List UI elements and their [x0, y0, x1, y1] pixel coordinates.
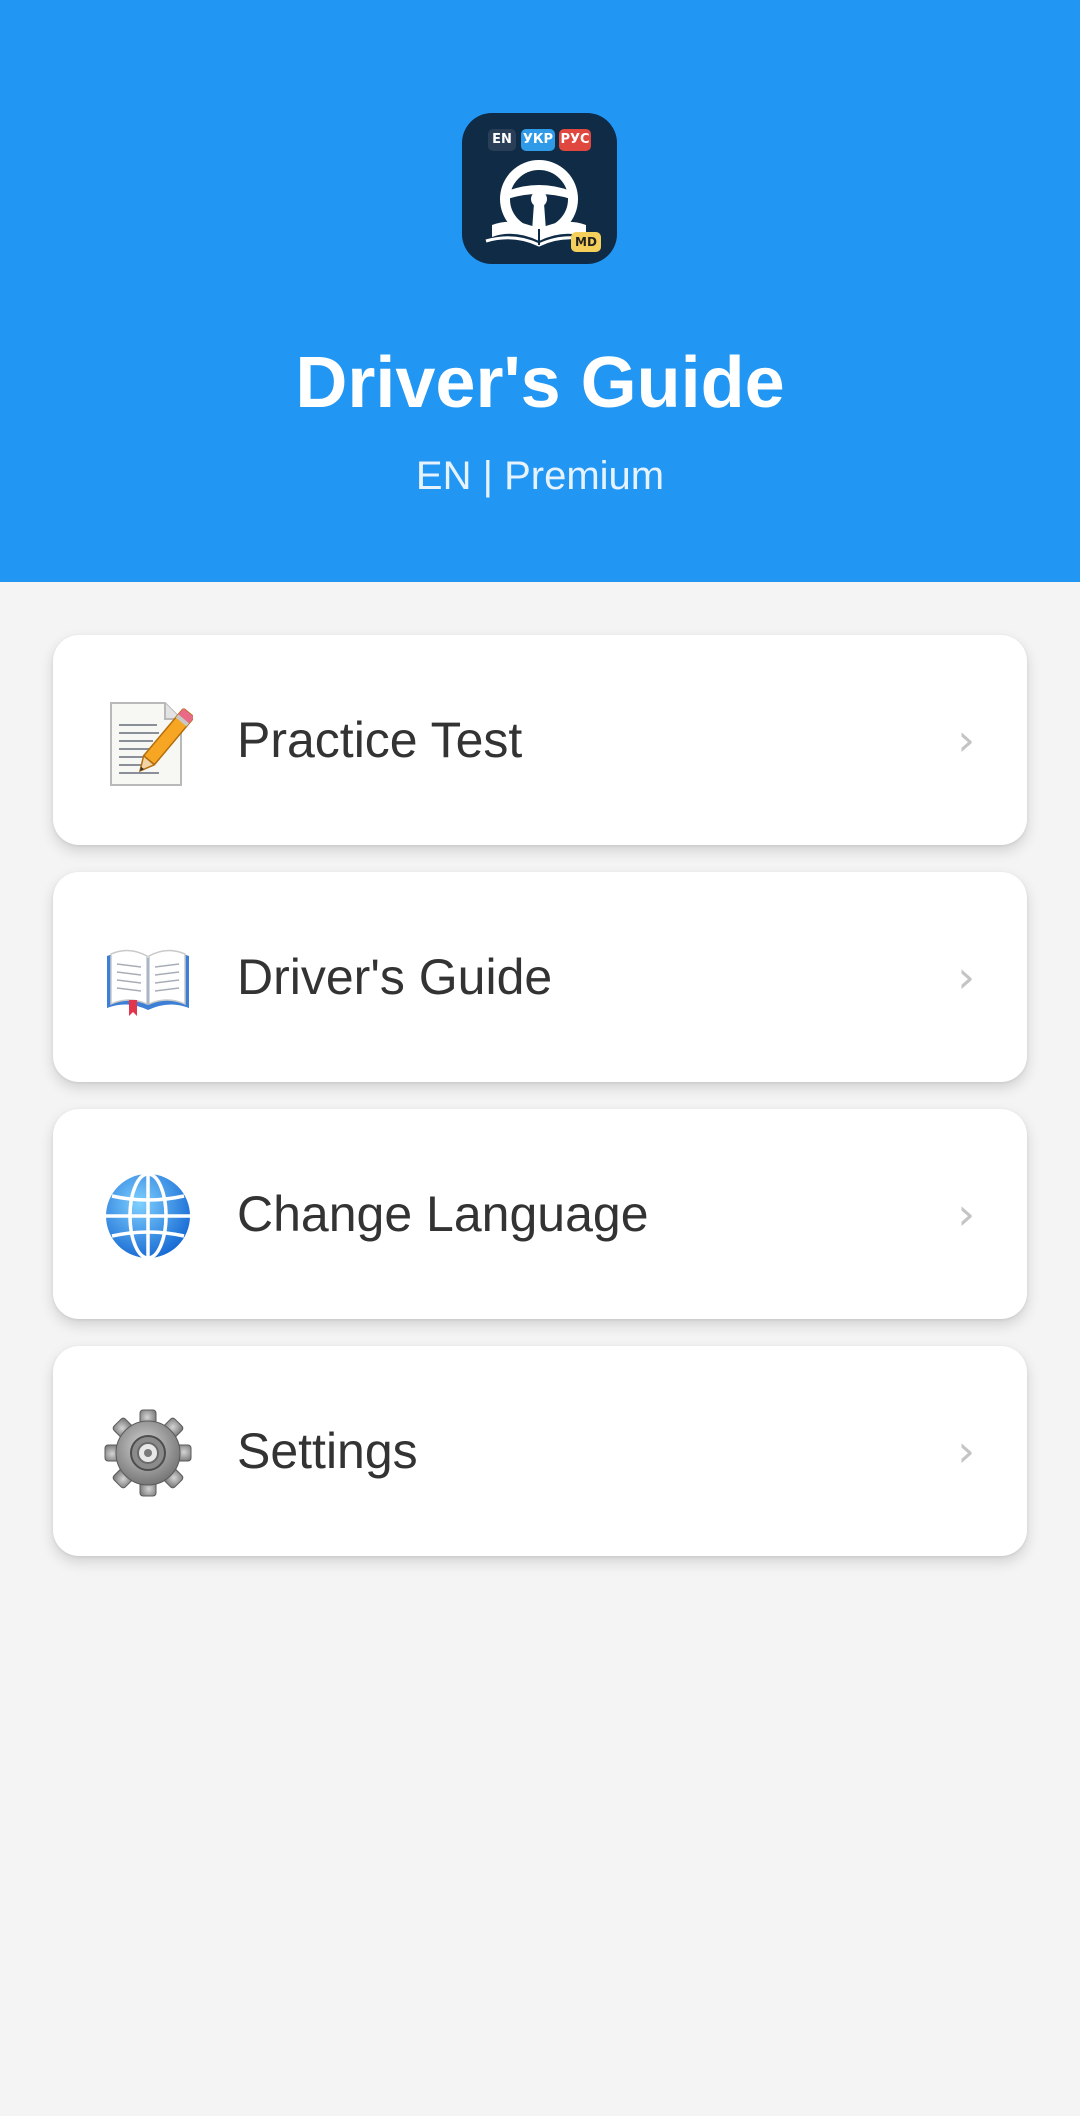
settings-button[interactable]: Settings ›	[53, 1346, 1027, 1556]
open-book-icon	[107, 949, 189, 1016]
memo-pencil-icon	[110, 702, 193, 786]
chevron-right-icon: ›	[957, 1189, 975, 1240]
app-subtitle: EN | Premium	[415, 454, 665, 498]
chevron-right-icon: ›	[957, 1426, 975, 1477]
app-logo: EN УКР РУС MD	[462, 113, 617, 264]
change-language-button[interactable]: Change Language ›	[53, 1109, 1027, 1319]
settings-label: Settings	[237, 1423, 418, 1479]
gear-icon	[104, 1409, 192, 1497]
drivers-guide-button[interactable]: Driver's Guide ›	[53, 872, 1027, 1082]
practice-test-label: Practice Test	[237, 712, 523, 768]
change-language-label: Change Language	[237, 1186, 649, 1242]
globe-icon	[106, 1172, 190, 1260]
header: EN УКР РУС MD Driver's Guide EN | Premiu…	[0, 0, 1080, 582]
drivers-guide-label: Driver's Guide	[237, 949, 553, 1005]
md-badge: MD	[571, 232, 601, 252]
practice-test-button[interactable]: Practice Test ›	[53, 635, 1027, 845]
chevron-right-icon: ›	[957, 715, 975, 766]
app-title: Driver's Guide	[295, 343, 785, 423]
chevron-right-icon: ›	[957, 952, 975, 1003]
